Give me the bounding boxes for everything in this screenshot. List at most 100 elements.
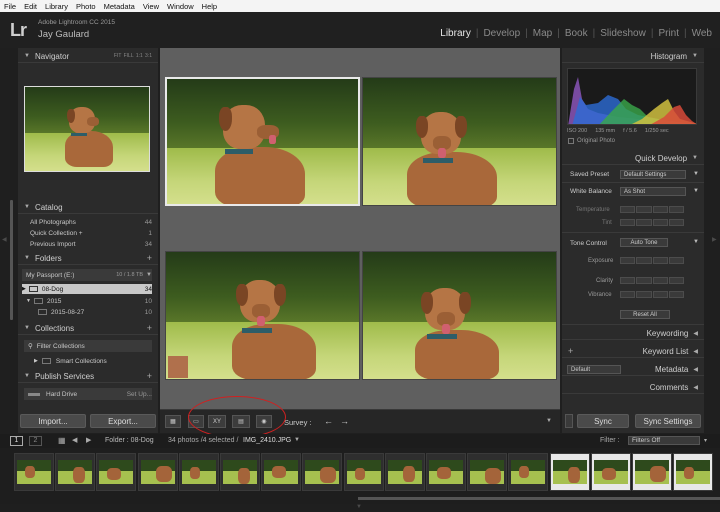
metadata-preset-dropdown[interactable]: Default <box>567 365 621 374</box>
module-web[interactable]: Web <box>692 28 712 39</box>
module-library[interactable]: Library <box>440 28 471 39</box>
bottom-panel-toggle-icon[interactable]: ▼ <box>356 504 362 510</box>
zoom-fit[interactable]: FIT <box>114 53 122 59</box>
grid-cell-photo-2[interactable] <box>362 77 557 206</box>
exposure-buttons[interactable] <box>620 257 684 264</box>
menu-library[interactable]: Library <box>45 2 68 11</box>
reset-all-button[interactable]: Reset All <box>620 310 670 319</box>
filmstrip-thumbnail[interactable] <box>137 453 178 491</box>
filmstrip-thumbnail[interactable] <box>14 453 54 491</box>
quick-develop-header[interactable]: Quick Develop ▼ <box>562 152 704 165</box>
menu-view[interactable]: View <box>143 2 159 11</box>
folder-item[interactable]: ▶ 08-Dog 34 <box>22 284 152 294</box>
filter-dropdown[interactable]: Filters Off <box>628 436 700 445</box>
folder-item[interactable]: 2015-08-27 10 <box>38 307 152 317</box>
selected-filename[interactable]: IMG_2410.JPG <box>243 437 291 444</box>
filmstrip-thumbnail[interactable] <box>178 453 219 491</box>
page-1-button[interactable]: 1 <box>10 436 23 446</box>
module-slideshow[interactable]: Slideshow <box>600 28 646 39</box>
page-2-button[interactable]: 2 <box>29 436 42 446</box>
filmstrip-thumbnail[interactable] <box>55 453 96 491</box>
filmstrip-thumbnail[interactable] <box>261 453 302 491</box>
add-folder-icon[interactable]: + <box>147 253 152 263</box>
module-develop[interactable]: Develop <box>483 28 520 39</box>
module-print[interactable]: Print <box>658 28 679 39</box>
filmstrip-thumbnail[interactable] <box>467 453 508 491</box>
saved-preset-dropdown[interactable]: Default Settings <box>620 170 686 179</box>
menu-edit[interactable]: Edit <box>24 2 37 11</box>
white-balance-dropdown[interactable]: As Shot <box>620 187 686 196</box>
folders-header[interactable]: ▼ Folders + <box>18 252 158 265</box>
filter-collections[interactable]: ⚲ Filter Collections <box>24 340 152 352</box>
filmstrip-thumbnail[interactable] <box>302 453 343 491</box>
metadata-header[interactable]: Default Metadata ◀ <box>562 363 704 376</box>
filmstrip-thumbnail[interactable] <box>590 453 631 491</box>
left-panel-scrollbar[interactable] <box>10 200 13 320</box>
next-arrow-icon[interactable]: → <box>340 416 349 426</box>
filmstrip-thumbnail[interactable] <box>384 453 425 491</box>
back-arrow-icon[interactable]: ◀ <box>72 436 77 444</box>
navigator-header[interactable]: ▼ Navigator FIT FILL 1:1 3:1 <box>18 50 158 63</box>
collections-header[interactable]: ▼ Collections + <box>18 322 158 335</box>
menu-photo[interactable]: Photo <box>76 2 96 11</box>
grid-icon[interactable]: ▦ <box>58 436 66 445</box>
filmstrip-scrollbar[interactable] <box>358 497 720 500</box>
expand-arrow-icon[interactable]: ▼ <box>693 171 699 177</box>
histogram-header[interactable]: Histogram ▼ <box>562 50 704 63</box>
filmstrip-thumbnail[interactable] <box>508 453 549 491</box>
previous-arrow-icon[interactable]: ← <box>324 416 333 426</box>
toolbar-options-icon[interactable]: ▼ <box>546 418 552 424</box>
grid-cell-photo-1[interactable] <box>165 77 360 206</box>
zoom-1-1[interactable]: 1:1 <box>136 53 143 59</box>
vibrance-buttons[interactable] <box>620 291 684 298</box>
grid-cell-photo-4[interactable] <box>362 251 557 380</box>
volume-row[interactable]: My Passport (E:) 10 / 1.8 TB ▼ <box>22 269 152 281</box>
add-publish-service-icon[interactable]: + <box>147 371 152 381</box>
clarity-buttons[interactable] <box>620 277 684 284</box>
keyword-list-header[interactable]: + Keyword List ◀ <box>562 345 704 358</box>
menu-metadata[interactable]: Metadata <box>104 2 135 11</box>
filmstrip-thumbnail[interactable] <box>549 453 590 491</box>
menu-file[interactable]: File <box>4 2 16 11</box>
filter-lock-icon[interactable]: ▾ <box>704 437 707 444</box>
catalog-item[interactable]: Quick Collection + 1 <box>30 228 152 238</box>
right-panel-toggle-icon[interactable]: ▶ <box>712 236 717 243</box>
export-button[interactable]: Export... <box>90 414 156 428</box>
catalog-item[interactable]: All Photographs 44 <box>30 217 152 227</box>
expand-arrow-icon[interactable]: ▼ <box>693 239 699 245</box>
navigator-preview[interactable] <box>24 86 150 172</box>
temperature-buttons[interactable] <box>620 206 684 213</box>
filmstrip-thumbnail[interactable] <box>96 453 137 491</box>
catalog-header[interactable]: ▼ Catalog <box>18 201 158 214</box>
folder-item[interactable]: ▼ 2015 10 <box>26 296 152 306</box>
tint-buttons[interactable] <box>620 219 684 226</box>
forward-arrow-icon[interactable]: ▶ <box>86 436 91 444</box>
auto-tone-button[interactable]: Auto Tone <box>620 238 668 247</box>
module-map[interactable]: Map <box>533 28 552 39</box>
original-photo-checkbox[interactable]: Original Photo <box>568 138 615 144</box>
setup-link[interactable]: Set Up... <box>127 391 152 398</box>
smart-collections[interactable]: ▶ Smart Collections <box>34 356 152 366</box>
publish-services-header[interactable]: ▼ Publish Services + <box>18 370 158 383</box>
filmstrip-thumbnail[interactable] <box>220 453 260 491</box>
menu-help[interactable]: Help <box>202 2 217 11</box>
filmstrip-thumbnail[interactable] <box>632 453 672 491</box>
add-keyword-icon[interactable]: + <box>568 346 573 356</box>
expand-arrow-icon[interactable]: ▼ <box>693 188 699 194</box>
filename-dropdown-icon[interactable]: ▼ <box>294 437 300 443</box>
sync-button[interactable]: Sync <box>577 414 629 428</box>
left-panel-toggle-icon[interactable]: ◀ <box>2 236 7 243</box>
auto-sync-toggle[interactable] <box>565 414 573 428</box>
filmstrip-thumbnail[interactable] <box>426 453 466 491</box>
grid-cell-photo-3[interactable] <box>165 251 360 380</box>
import-button[interactable]: Import... <box>20 414 86 428</box>
comments-header[interactable]: Comments ◀ <box>562 381 704 394</box>
zoom-fill[interactable]: FILL <box>124 53 134 59</box>
module-book[interactable]: Book <box>565 28 588 39</box>
keywording-header[interactable]: Keywording ◀ <box>562 327 704 340</box>
grid-view-icon[interactable]: ▦ <box>165 415 181 428</box>
folder-source[interactable]: Folder : 08-Dog <box>105 437 154 444</box>
filmstrip-thumbnail[interactable] <box>673 453 714 491</box>
catalog-item[interactable]: Previous Import 34 <box>30 239 152 249</box>
add-collection-icon[interactable]: + <box>147 323 152 333</box>
